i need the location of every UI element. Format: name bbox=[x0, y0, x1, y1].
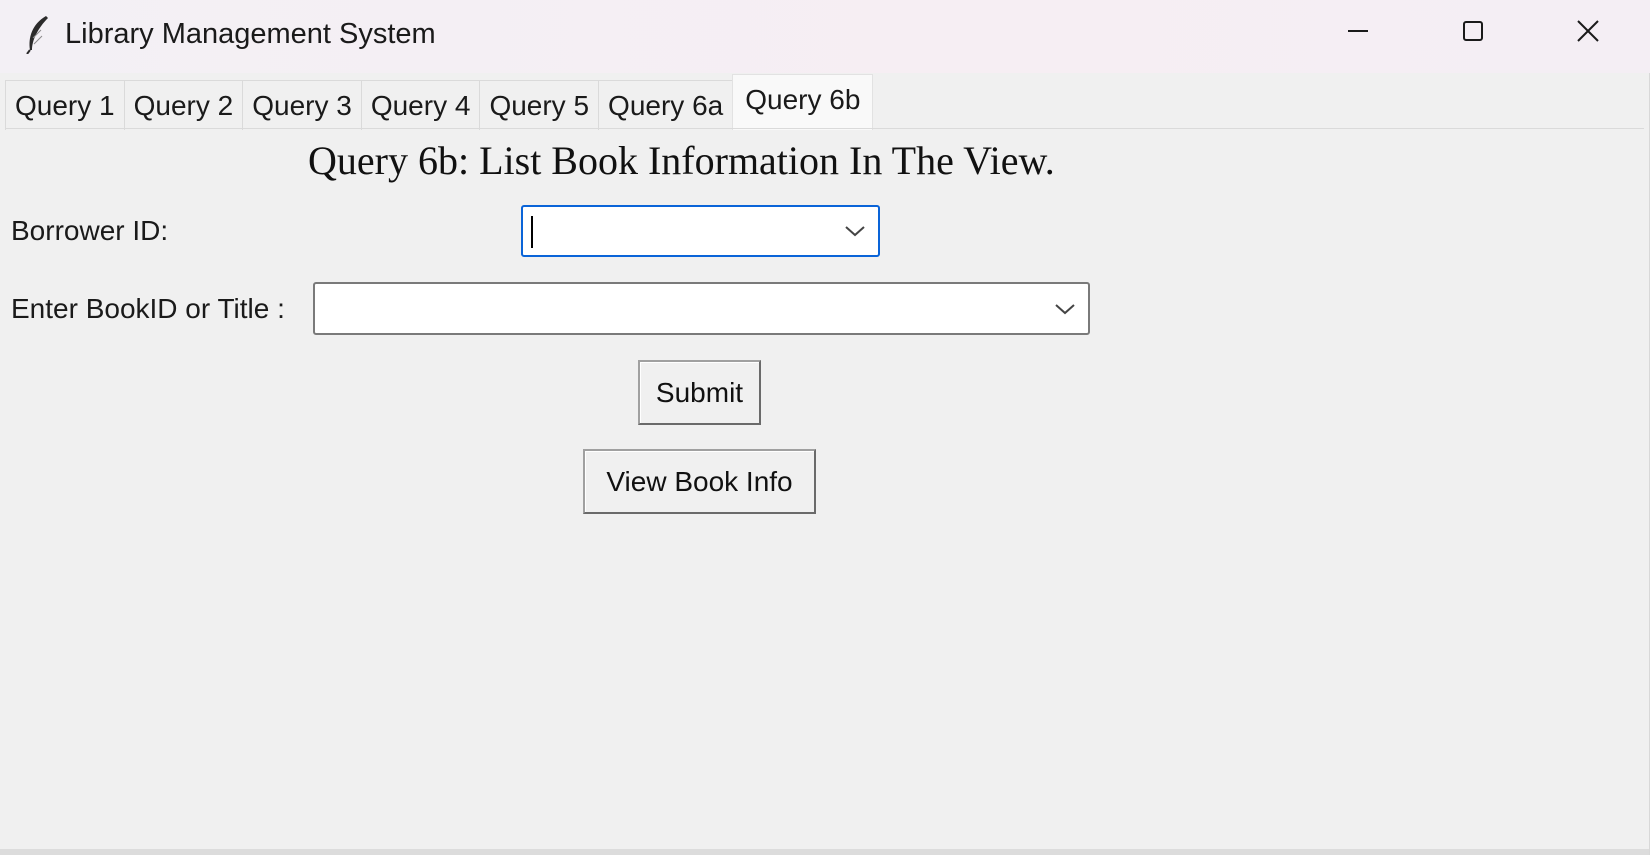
feather-icon bbox=[24, 14, 52, 55]
tab-query-1[interactable]: Query 1 bbox=[5, 80, 125, 130]
minimize-icon bbox=[1346, 19, 1370, 48]
close-icon bbox=[1576, 19, 1600, 48]
view-book-info-button[interactable]: View Book Info bbox=[583, 449, 816, 514]
tab-query-6b[interactable]: Query 6b bbox=[732, 74, 874, 130]
book-id-title-combobox[interactable] bbox=[313, 282, 1090, 335]
maximize-icon bbox=[1461, 19, 1485, 48]
close-button[interactable] bbox=[1530, 0, 1645, 66]
chevron-down-icon[interactable] bbox=[840, 207, 870, 255]
tab-query-2[interactable]: Query 2 bbox=[123, 80, 244, 130]
tab-query-6a[interactable]: Query 6a bbox=[598, 80, 734, 130]
borrower-id-combobox[interactable] bbox=[521, 205, 880, 257]
chevron-down-icon[interactable] bbox=[1050, 284, 1080, 333]
page-title: Query 6b: List Book Information In The V… bbox=[308, 138, 1055, 183]
window-bottom-border bbox=[0, 849, 1649, 855]
maximize-button[interactable] bbox=[1415, 0, 1530, 66]
window-title: Library Management System bbox=[65, 18, 436, 50]
query-tabs: Query 1 Query 2 Query 3 Query 4 Query 5 … bbox=[5, 74, 874, 130]
book-id-title-label: Enter BookID or Title : bbox=[11, 293, 285, 324]
app-window: Library Management System Query 1 Query … bbox=[0, 0, 1650, 855]
book-id-title-input[interactable] bbox=[321, 288, 1044, 329]
tab-query-4[interactable]: Query 4 bbox=[360, 80, 481, 130]
tab-query-5[interactable]: Query 5 bbox=[479, 80, 600, 130]
submit-button[interactable]: Submit bbox=[638, 360, 761, 425]
tab-divider bbox=[5, 128, 1644, 129]
text-cursor bbox=[531, 216, 533, 248]
minimize-button[interactable] bbox=[1300, 0, 1415, 66]
borrower-id-label: Borrower ID: bbox=[11, 215, 169, 246]
tab-query-3[interactable]: Query 3 bbox=[242, 80, 362, 130]
borrower-id-input[interactable] bbox=[529, 211, 834, 251]
title-bar[interactable]: Library Management System bbox=[0, 0, 1650, 73]
